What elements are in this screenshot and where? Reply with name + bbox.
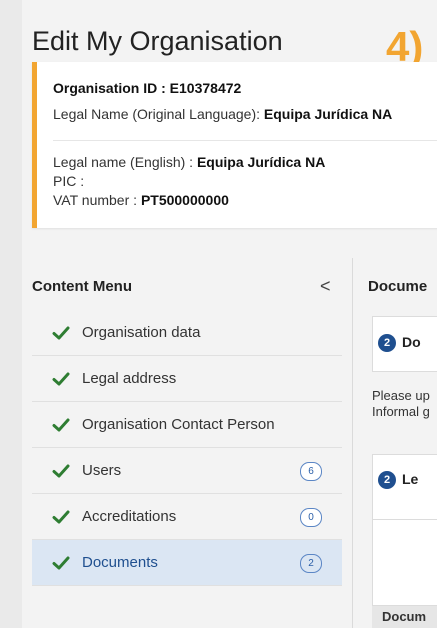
- info-text-line-2: Informal g: [372, 404, 430, 419]
- check-icon: [52, 556, 70, 569]
- documents-table-area: [372, 520, 437, 606]
- section-number-badge: 2: [378, 471, 396, 489]
- documents-table-header: Docum: [372, 606, 437, 628]
- menu-item-label: Organisation data: [82, 324, 201, 341]
- left-gutter: [0, 0, 22, 628]
- vat-label: VAT number :: [53, 192, 141, 208]
- legal-name-original-label: Legal Name (Original Language):: [53, 106, 264, 122]
- check-icon: [52, 464, 70, 477]
- menu-item-label: Users: [82, 462, 122, 479]
- content-menu: Content Menu < Organisation data Legal a…: [22, 258, 352, 628]
- menu-item-documents[interactable]: Documents 2: [32, 540, 342, 586]
- content-menu-header: Content Menu: [32, 278, 132, 295]
- users-count-badge: 6: [300, 462, 322, 481]
- documents-panel: Docume 2 Do Please up Informal g 2 Le Do…: [360, 258, 437, 628]
- vat-value: PT500000000: [140, 192, 229, 208]
- legal-name-english-value: Equipa Jurídica NA: [196, 154, 326, 170]
- menu-item-organisation-contact-person[interactable]: Organisation Contact Person: [32, 402, 342, 448]
- documents-title: Docume: [368, 278, 428, 295]
- panel-divider: [352, 258, 353, 628]
- organisation-summary-card: Organisation ID : E10378472 Legal Name (…: [32, 62, 437, 228]
- menu-item-label: Documents: [82, 554, 158, 571]
- accreditations-count-badge: 0: [300, 508, 322, 527]
- section-title: Do: [402, 334, 421, 350]
- legal-name-original-value: Equipa Jurídica NA: [263, 106, 393, 122]
- content-menu-list: Organisation data Legal address Organisa…: [32, 310, 342, 586]
- menu-item-label: Accreditations: [82, 508, 177, 525]
- vat-number: VAT number : PT500000000: [53, 192, 229, 208]
- page-title: Edit My Organisation: [32, 26, 283, 56]
- documents-count-badge: 2: [300, 554, 322, 573]
- check-icon: [52, 418, 70, 431]
- collapse-menu-button[interactable]: <: [320, 276, 331, 297]
- check-icon: [52, 372, 70, 385]
- organisation-id: Organisation ID : E10378472: [53, 80, 242, 96]
- menu-item-organisation-data[interactable]: Organisation data: [32, 310, 342, 356]
- menu-item-accreditations[interactable]: Accreditations 0: [32, 494, 342, 540]
- menu-item-users[interactable]: Users 6: [32, 448, 342, 494]
- menu-item-legal-address[interactable]: Legal address: [32, 356, 342, 402]
- menu-item-label: Legal address: [82, 370, 177, 387]
- pic-field: PIC :: [53, 173, 85, 189]
- card-divider: [53, 140, 437, 141]
- section-title: Le: [402, 471, 419, 487]
- legal-name-english: Legal name (English) : Equipa Jurídica N…: [53, 154, 325, 170]
- check-icon: [52, 510, 70, 523]
- info-text-line-1: Please up: [372, 388, 430, 403]
- section-number-badge: 2: [378, 334, 396, 352]
- menu-item-label: Organisation Contact Person: [82, 416, 275, 433]
- legal-name-original: Legal Name (Original Language): Equipa J…: [53, 106, 392, 122]
- legal-name-english-label: Legal name (English) :: [53, 154, 197, 170]
- check-icon: [52, 326, 70, 339]
